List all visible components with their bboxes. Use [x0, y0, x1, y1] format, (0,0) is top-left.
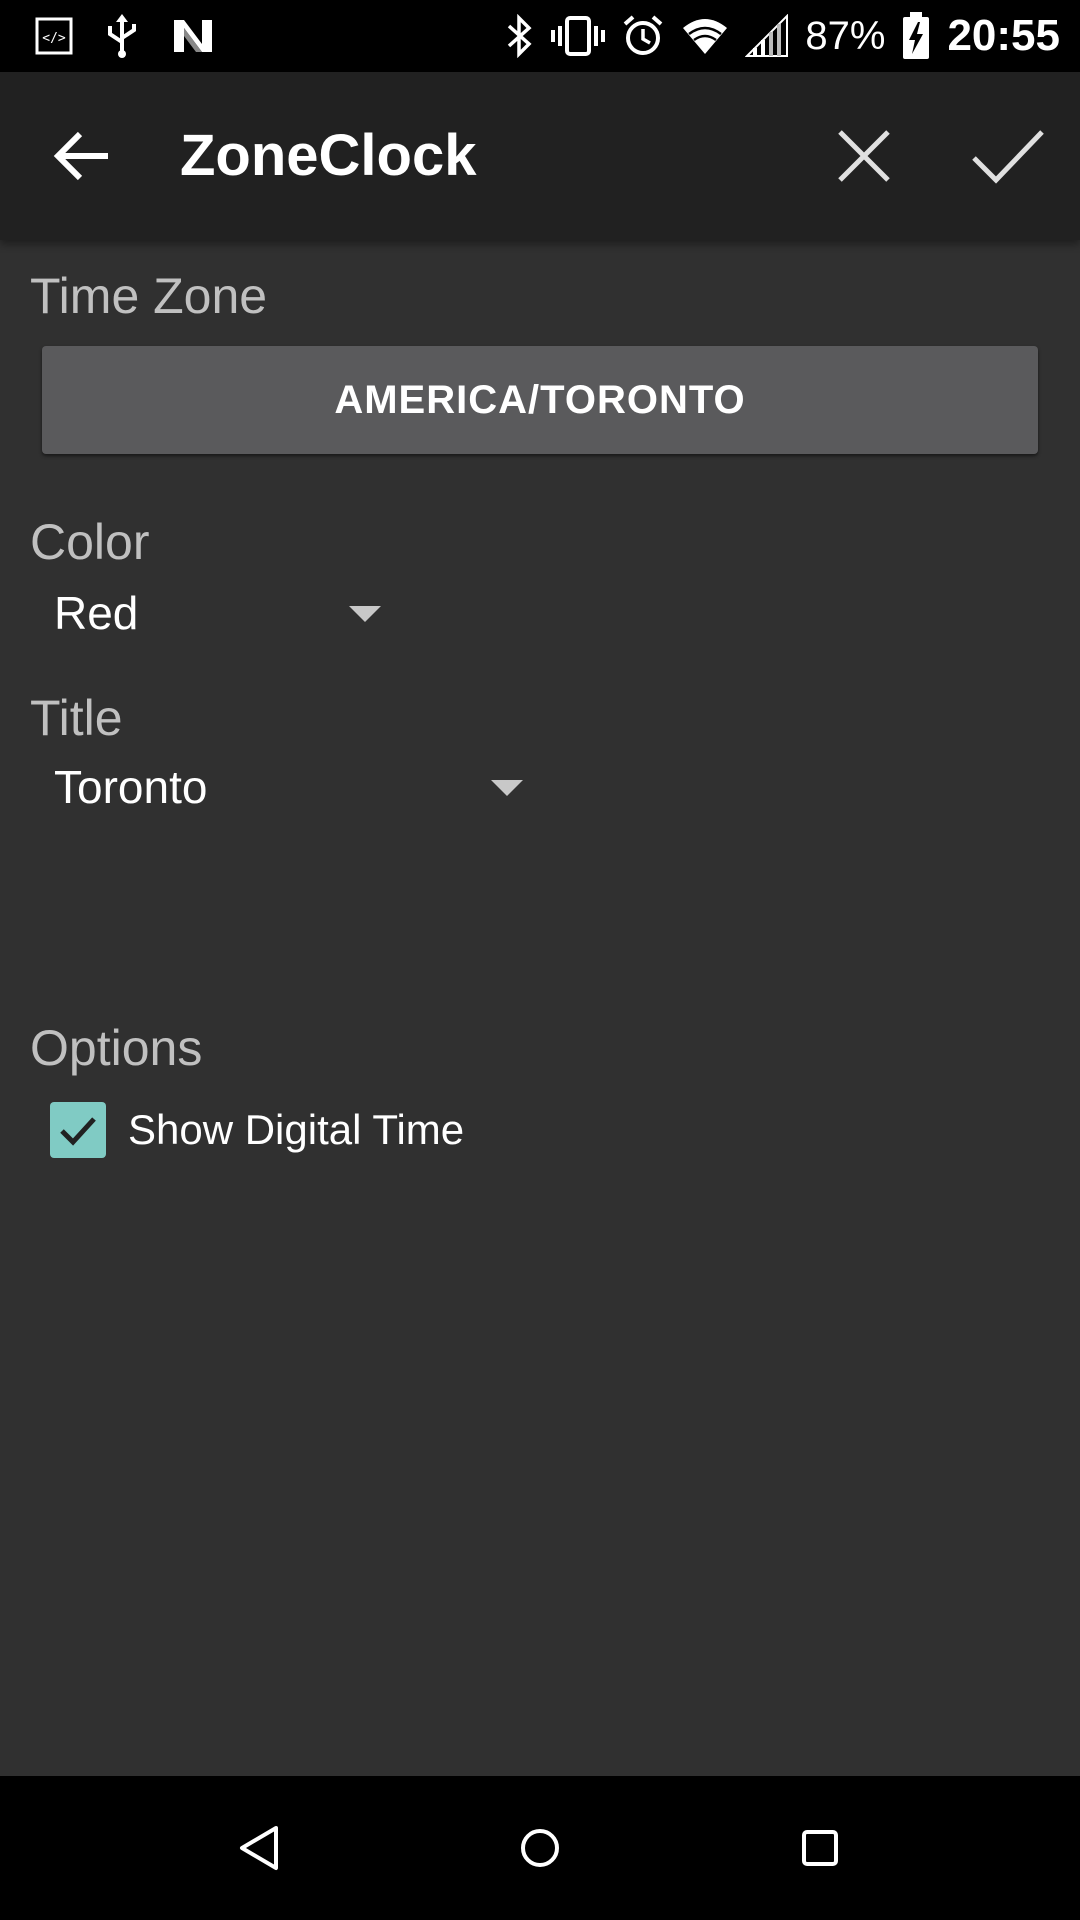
n-logo-icon [170, 16, 216, 56]
check-icon[interactable] [970, 124, 1046, 188]
navigation-bar [0, 1776, 1080, 1920]
wifi-icon [681, 14, 729, 58]
clock-time: 20:55 [947, 11, 1060, 60]
home-circle-icon[interactable] [510, 1818, 570, 1878]
chevron-down-icon [491, 780, 523, 796]
title-label: Title [30, 690, 123, 746]
svg-text:</>: </> [42, 31, 66, 46]
show-digital-time-label: Show Digital Time [128, 1106, 465, 1153]
title-spinner[interactable]: Toronto [54, 752, 534, 822]
vibrate-icon [551, 14, 606, 58]
code-icon: </> [34, 16, 74, 56]
options-label: Options [30, 1020, 203, 1076]
close-icon[interactable] [832, 124, 896, 188]
title-value: Toronto [54, 761, 208, 813]
back-triangle-icon[interactable] [230, 1818, 290, 1878]
status-bar: </> 87% 20:55 [0, 0, 1080, 72]
page-title: ZoneClock [180, 123, 477, 188]
alarm-icon [621, 14, 665, 58]
app-toolbar: ZoneClock [0, 72, 1080, 240]
arrow-left-icon[interactable] [50, 124, 114, 188]
usb-icon [104, 14, 140, 58]
time-zone-label: Time Zone [30, 268, 268, 324]
recents-square-icon[interactable] [790, 1818, 850, 1878]
time-zone-button[interactable]: AMERICA/TORONTO [42, 346, 1038, 454]
chevron-down-icon [349, 606, 381, 622]
color-label: Color [30, 514, 150, 570]
color-spinner[interactable]: Red [54, 578, 394, 648]
color-value: Red [54, 587, 139, 639]
battery-percent: 87% [805, 14, 886, 58]
checkmark-icon [60, 1117, 96, 1146]
battery-charging-icon [901, 12, 931, 60]
show-digital-time-checkbox[interactable] [50, 1102, 106, 1158]
bluetooth-icon [505, 14, 535, 58]
signal-icon [745, 14, 789, 58]
show-digital-time-option[interactable]: Show Digital Time [50, 1100, 464, 1160]
